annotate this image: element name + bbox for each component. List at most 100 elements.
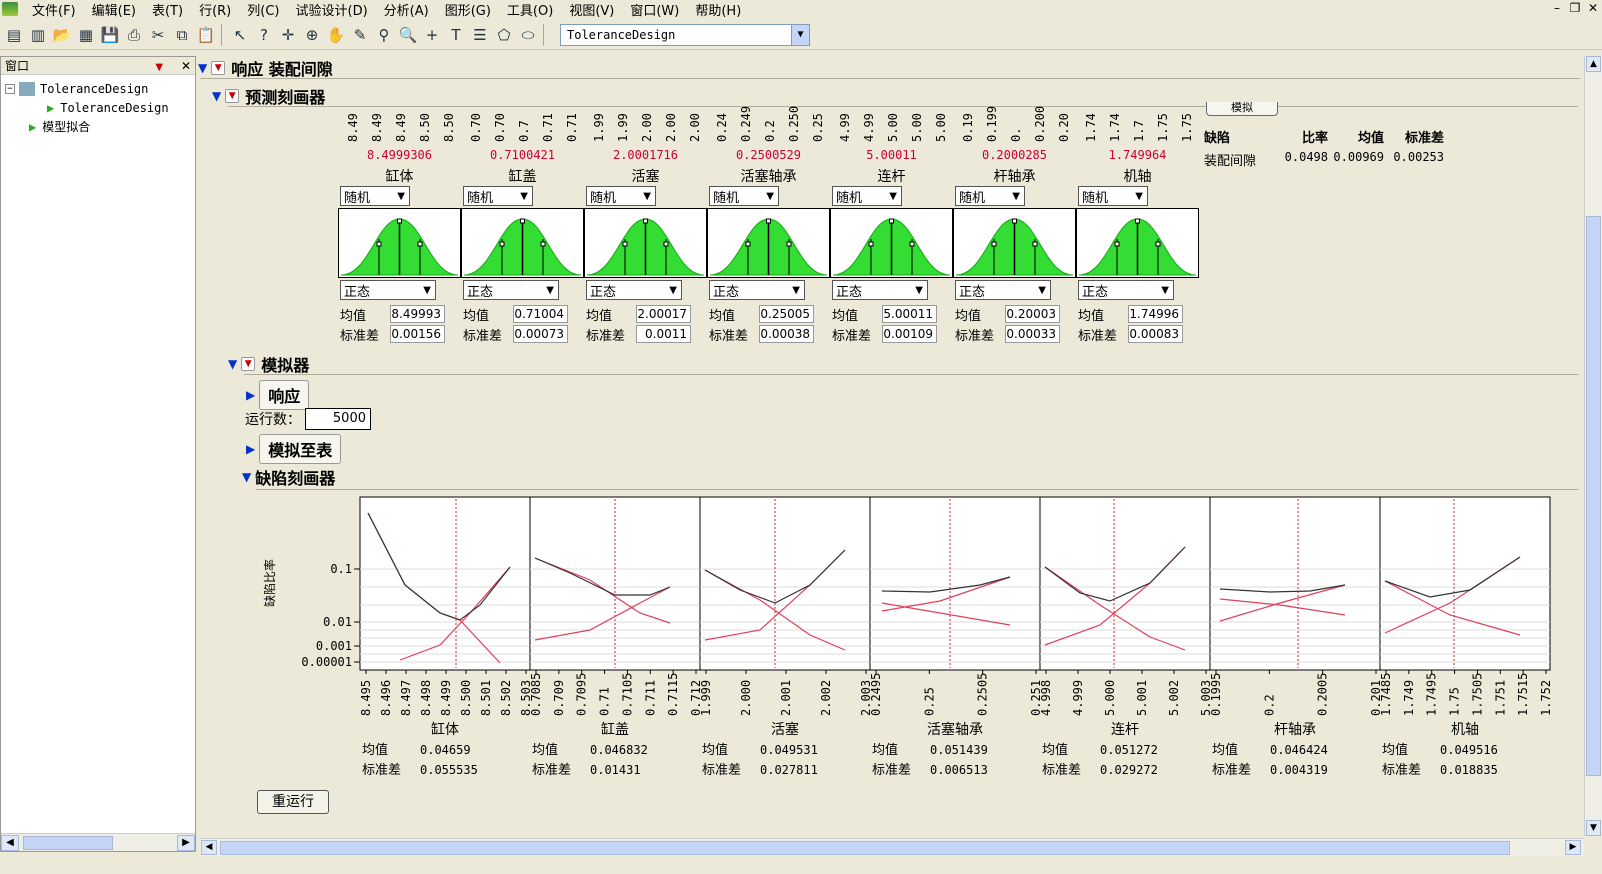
scroll-right-icon[interactable]: ▶ xyxy=(1565,840,1581,855)
menu-file[interactable]: 文件(F) xyxy=(24,0,84,19)
collapse-icon[interactable]: − xyxy=(5,83,15,94)
disclosure-icon[interactable]: ▼ xyxy=(228,357,237,371)
menu-graph[interactable]: 图形(G) xyxy=(437,0,499,19)
menu-cols[interactable]: 列(C) xyxy=(239,0,287,19)
copy-icon[interactable]: ⧉ xyxy=(170,23,194,47)
save-icon[interactable]: 💾 xyxy=(98,23,122,47)
disclosure-closed-icon[interactable]: ▶ xyxy=(246,442,255,456)
lasso-icon[interactable]: ⚲ xyxy=(372,23,396,47)
scroll-down-icon[interactable]: ▼ xyxy=(1586,820,1601,836)
mean-input[interactable]: 8.49993 xyxy=(390,305,445,323)
arrow-icon[interactable]: ↖ xyxy=(228,23,252,47)
polygon-icon[interactable]: ⬠ xyxy=(492,23,516,47)
menu-doe[interactable]: 试验设计(D) xyxy=(288,0,376,19)
panel-close-icon[interactable]: ✕ xyxy=(181,59,191,73)
open-icon[interactable]: 📂 xyxy=(50,23,74,47)
scroll-up-icon[interactable]: ▲ xyxy=(1586,56,1601,72)
simulate-button[interactable]: 模拟 xyxy=(1206,102,1278,116)
distribution-select[interactable]: 正态 ▼ xyxy=(1078,280,1174,300)
sd-input[interactable]: 0.00073 xyxy=(513,325,568,343)
new-script-icon[interactable]: ▥ xyxy=(26,23,50,47)
scroll-left-icon[interactable]: ◀ xyxy=(201,840,217,855)
main-hscroll[interactable]: ◀ ▶ xyxy=(200,838,1584,856)
ellipse-icon[interactable]: ⬭ xyxy=(516,23,540,47)
paste-icon[interactable]: 📋 xyxy=(194,23,218,47)
menu-analyze[interactable]: 分析(A) xyxy=(376,0,437,19)
tree-item-model-fit[interactable]: ▶ 模型拟合 xyxy=(5,117,195,136)
response-sub-outline[interactable]: ▶ 响应 xyxy=(246,380,310,410)
lines-icon[interactable]: ☰ xyxy=(468,23,492,47)
crosshair-icon[interactable]: ✛ xyxy=(276,23,300,47)
help-icon[interactable]: ? xyxy=(252,23,276,47)
random-select[interactable]: 随机 ▼ xyxy=(832,186,902,206)
menu-edit[interactable]: 编辑(E) xyxy=(84,0,144,19)
profiler-outline[interactable]: ▼ ▼ 预测刻画器 xyxy=(212,84,325,108)
sim-to-table-outline[interactable]: ▶ 模拟至表 xyxy=(246,434,342,464)
plus-icon[interactable]: + xyxy=(420,23,444,47)
text-icon[interactable]: T xyxy=(444,23,468,47)
sd-input[interactable]: 0.00083 xyxy=(1128,325,1183,343)
sd-input[interactable]: 0.00156 xyxy=(390,325,445,343)
disclosure-icon[interactable]: ▼ xyxy=(212,89,221,103)
red-triangle-icon[interactable]: ▼ xyxy=(211,61,226,75)
close-icon[interactable]: ✕ xyxy=(1584,0,1602,16)
random-select[interactable]: 随机 ▼ xyxy=(463,186,533,206)
tree-item-table-sub[interactable]: ▶ ToleranceDesign xyxy=(5,98,195,117)
defect-mean-value: 0.049516 xyxy=(1440,743,1498,757)
random-select[interactable]: 随机 ▼ xyxy=(709,186,779,206)
panel-hscroll[interactable]: ◀ ▶ xyxy=(1,833,195,851)
red-triangle-icon[interactable]: ▼ xyxy=(225,89,240,103)
brush-icon[interactable]: ✎ xyxy=(348,23,372,47)
simulator-outline[interactable]: ▼ ▼ 模拟器 xyxy=(228,352,309,376)
disclosure-closed-icon[interactable]: ▶ xyxy=(246,388,255,402)
sd-input[interactable]: 0.00033 xyxy=(1005,325,1060,343)
random-select[interactable]: 随机 ▼ xyxy=(955,186,1025,206)
mean-input[interactable]: 0.25005 xyxy=(759,305,814,323)
chevron-down-icon[interactable]: ▼ xyxy=(791,24,809,45)
distribution-select[interactable]: 正态 ▼ xyxy=(340,280,436,300)
disclosure-icon[interactable]: ▼ xyxy=(242,470,251,484)
mean-label: 均值 xyxy=(832,309,859,324)
random-select[interactable]: 随机 ▼ xyxy=(1078,186,1148,206)
random-select[interactable]: 随机 ▼ xyxy=(586,186,656,206)
mean-input[interactable]: 0.20003 xyxy=(1005,305,1060,323)
distribution-select[interactable]: 正态 ▼ xyxy=(586,280,682,300)
target-icon[interactable]: ⊕ xyxy=(300,23,324,47)
runs-input[interactable]: 5000 xyxy=(305,408,371,430)
table-selector[interactable]: ToleranceDesign ▼ xyxy=(560,23,810,46)
menu-view[interactable]: 视图(V) xyxy=(561,0,622,19)
tree-item-table[interactable]: − ToleranceDesign xyxy=(5,79,195,98)
response-outline[interactable]: ▼ ▼ 响应 装配间隙 xyxy=(198,56,333,80)
random-select[interactable]: 随机 ▼ xyxy=(340,186,410,206)
defect-profiler-outline[interactable]: ▼ 缺陷刻画器 xyxy=(242,465,335,489)
mean-input[interactable]: 5.00011 xyxy=(882,305,937,323)
main-vscroll[interactable]: ▲ ▼ xyxy=(1584,56,1602,836)
sd-input[interactable]: 0.0011 xyxy=(636,325,691,343)
panel-menu-icon[interactable]: ▼ xyxy=(155,62,163,73)
menu-window[interactable]: 窗口(W) xyxy=(622,0,687,19)
sd-input[interactable]: 0.00038 xyxy=(759,325,814,343)
distribution-select[interactable]: 正态 ▼ xyxy=(463,280,559,300)
distribution-select[interactable]: 正态 ▼ xyxy=(955,280,1051,300)
cut-icon[interactable]: ✂ xyxy=(146,23,170,47)
menu-table[interactable]: 表(T) xyxy=(144,0,191,19)
hand-icon[interactable]: ✋ xyxy=(324,23,348,47)
magnifier-icon[interactable]: 🔍 xyxy=(396,23,420,47)
menu-help[interactable]: 帮助(H) xyxy=(687,0,749,19)
distribution-select[interactable]: 正态 ▼ xyxy=(832,280,928,300)
menu-rows[interactable]: 行(R) xyxy=(191,0,239,19)
disclosure-icon[interactable]: ▼ xyxy=(198,61,207,75)
new-table-icon[interactable]: ▤ xyxy=(2,23,26,47)
mean-input[interactable]: 0.71004 xyxy=(513,305,568,323)
menu-tools[interactable]: 工具(O) xyxy=(499,0,561,19)
minimize-icon[interactable]: – xyxy=(1548,0,1566,16)
sd-input[interactable]: 0.00109 xyxy=(882,325,937,343)
distribution-select[interactable]: 正态 ▼ xyxy=(709,280,805,300)
print-icon[interactable]: ⎙ xyxy=(122,23,146,47)
mean-input[interactable]: 2.00017 xyxy=(636,305,691,323)
journal-icon[interactable]: ▦ xyxy=(74,23,98,47)
red-triangle-icon[interactable]: ▼ xyxy=(241,357,256,371)
restore-icon[interactable]: ❐ xyxy=(1566,0,1584,16)
mean-input[interactable]: 1.74996 xyxy=(1128,305,1183,323)
rerun-button[interactable]: 重运行 xyxy=(257,790,329,814)
